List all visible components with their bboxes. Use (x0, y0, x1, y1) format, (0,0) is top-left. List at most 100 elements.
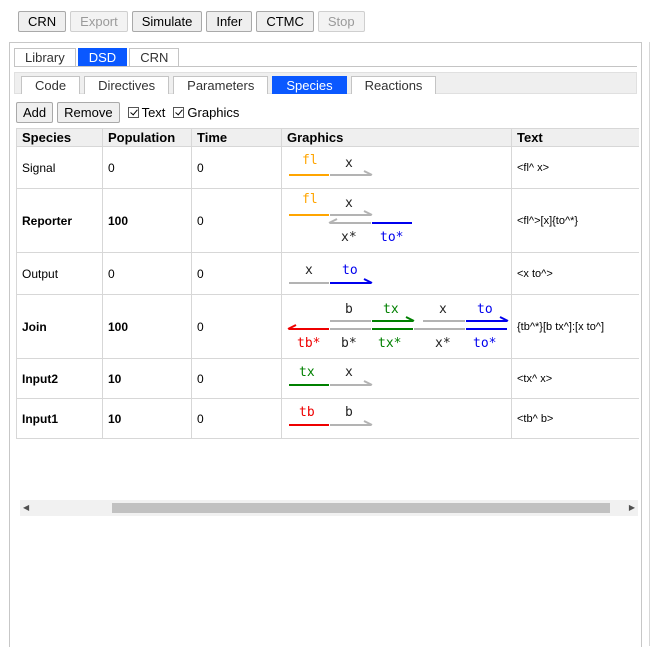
time-value[interactable]: 0 (191, 358, 282, 399)
domain-label-to: to (477, 302, 493, 317)
domain-label-x: x (345, 196, 353, 211)
table-row[interactable]: Output 0 0 x to <x to^> (16, 252, 639, 295)
scroll-right-icon[interactable]: ▶ (629, 503, 635, 513)
remove-button[interactable]: Remove (57, 101, 120, 123)
tab-dsd[interactable]: DSD (77, 48, 128, 67)
domain-label-b-star: b* (341, 336, 357, 351)
domain-label-fl: fl (302, 153, 318, 168)
tab-crn[interactable]: CRN (129, 48, 180, 67)
tab-directives[interactable]: Directives (84, 76, 170, 94)
scrollbar-thumb[interactable] (112, 503, 610, 513)
species-table-viewport: Species Population Time Graphics Text Si… (16, 128, 639, 488)
graphics-toggle[interactable]: Graphics (173, 105, 239, 120)
population-value[interactable]: 100 (102, 294, 192, 359)
domain-label-tx: tx (383, 302, 399, 317)
population-value[interactable]: 0 (102, 146, 192, 189)
domain-label-b: b (345, 302, 353, 317)
header-time[interactable]: Time (191, 128, 282, 147)
graphics-cell: tb b (281, 398, 512, 439)
graphics-cell: fl x (281, 146, 512, 189)
graphics-cell: fl x x* to* (281, 188, 512, 253)
domain-label-tx-star: tx* (378, 336, 401, 351)
text-checkbox-label: Text (141, 104, 166, 120)
table-row[interactable]: Input1 10 0 tb b <tb^ b> (16, 398, 639, 439)
table-row[interactable]: Join 100 0 b tx tb* b* tx* x to x* to* {… (16, 294, 639, 359)
reporter-graphic: fl x x* to* (289, 192, 412, 245)
species-name[interactable]: Join (16, 294, 103, 359)
tab-divider (14, 66, 637, 67)
header-population[interactable]: Population (102, 128, 192, 147)
text-toggle[interactable]: Text (127, 104, 166, 120)
graphics-cell: x to (281, 252, 512, 295)
simulate-button[interactable]: Simulate (131, 11, 203, 32)
time-value[interactable]: 0 (191, 188, 282, 253)
text-value[interactable]: <tx^ x> (511, 358, 639, 399)
domain-label-to: to (342, 263, 358, 278)
scroll-left-icon[interactable]: ◀ (23, 503, 29, 513)
tab-reactions[interactable]: Reactions (350, 76, 437, 94)
ctmc-button[interactable]: CTMC (256, 11, 314, 32)
population-value[interactable]: 10 (102, 398, 192, 439)
population-value[interactable]: 100 (102, 188, 192, 253)
crn-button[interactable]: CRN (18, 11, 67, 32)
domain-label-tb-star: tb* (297, 336, 320, 351)
table-row[interactable]: Reporter 100 0 fl x x* to* <fl^>[x]{to^*… (16, 188, 639, 253)
species-name[interactable]: Input1 (16, 398, 103, 439)
input2-graphic: tx x (289, 365, 373, 386)
domain-label-x-star: x* (341, 230, 357, 245)
domain-label-tx: tx (299, 365, 315, 380)
main-toolbar: CRN Export Simulate Infer CTMC Stop (18, 11, 365, 33)
input1-graphic: tb b (289, 405, 373, 426)
domain-label-x: x (439, 302, 447, 317)
text-value[interactable]: {tb^*}[b tx^]:[x to^] (511, 294, 639, 359)
horizontal-scrollbar[interactable]: ◀ ▶ (20, 500, 638, 516)
export-button[interactable]: Export (70, 11, 128, 32)
population-value[interactable]: 0 (102, 252, 192, 295)
population-value[interactable]: 10 (102, 358, 192, 399)
domain-label-x: x (345, 365, 353, 380)
text-value[interactable]: <tb^ b> (511, 398, 639, 439)
header-text[interactable]: Text (511, 128, 639, 147)
table-row[interactable]: Input2 10 0 tx x <tx^ x> (16, 358, 639, 399)
tab-code[interactable]: Code (21, 76, 81, 94)
species-name[interactable]: Reporter (16, 188, 103, 253)
header-species[interactable]: Species (16, 128, 103, 147)
sub-tab-bar: Code Directives Parameters Species React… (14, 72, 637, 94)
stop-button[interactable]: Stop (317, 11, 365, 32)
tab-parameters[interactable]: Parameters (173, 76, 269, 94)
graphics-checkbox[interactable] (173, 106, 185, 118)
species-name[interactable]: Output (16, 252, 103, 295)
text-value[interactable]: <fl^>[x]{to^*} (511, 188, 639, 253)
time-value[interactable]: 0 (191, 398, 282, 439)
editor-panel: Library DSD CRN Code Directives Paramete… (9, 42, 642, 647)
text-value[interactable]: <fl^ x> (511, 146, 639, 189)
text-checkbox[interactable] (127, 106, 139, 118)
time-value[interactable]: 0 (191, 294, 282, 359)
output-graphic: x to (289, 263, 373, 284)
main-tabs: Library DSD CRN (14, 47, 181, 67)
signal-graphic: fl x (289, 153, 373, 176)
table-row[interactable]: Signal 0 0 fl x <fl^ x> (16, 146, 639, 189)
graphics-cell: tx x (281, 358, 512, 399)
tab-library[interactable]: Library (14, 48, 76, 67)
domain-label-to-star: to* (473, 336, 496, 351)
text-value[interactable]: <x to^> (511, 252, 639, 295)
domain-label-b: b (345, 405, 353, 420)
add-button[interactable]: Add (16, 101, 54, 123)
graphics-cell: b tx tb* b* tx* x to x* to* (281, 294, 512, 359)
graphics-checkbox-label: Graphics (187, 104, 240, 120)
tab-species[interactable]: Species (272, 76, 347, 94)
species-name[interactable]: Signal (16, 146, 103, 189)
domain-label-x-star: x* (435, 336, 451, 351)
time-value[interactable]: 0 (191, 252, 282, 295)
species-table: Species Population Time Graphics Text Si… (16, 128, 639, 439)
time-value[interactable]: 0 (191, 146, 282, 189)
domain-label-fl: fl (302, 192, 318, 207)
join-graphic: b tx tb* b* tx* x to x* to* (287, 302, 509, 351)
domain-label-x: x (345, 156, 353, 171)
species-actions: Add Remove Text Graphics (16, 101, 239, 123)
header-graphics[interactable]: Graphics (281, 128, 512, 147)
species-name[interactable]: Input2 (16, 358, 103, 399)
infer-button[interactable]: Infer (206, 11, 253, 32)
domain-label-to-star: to* (380, 230, 403, 245)
